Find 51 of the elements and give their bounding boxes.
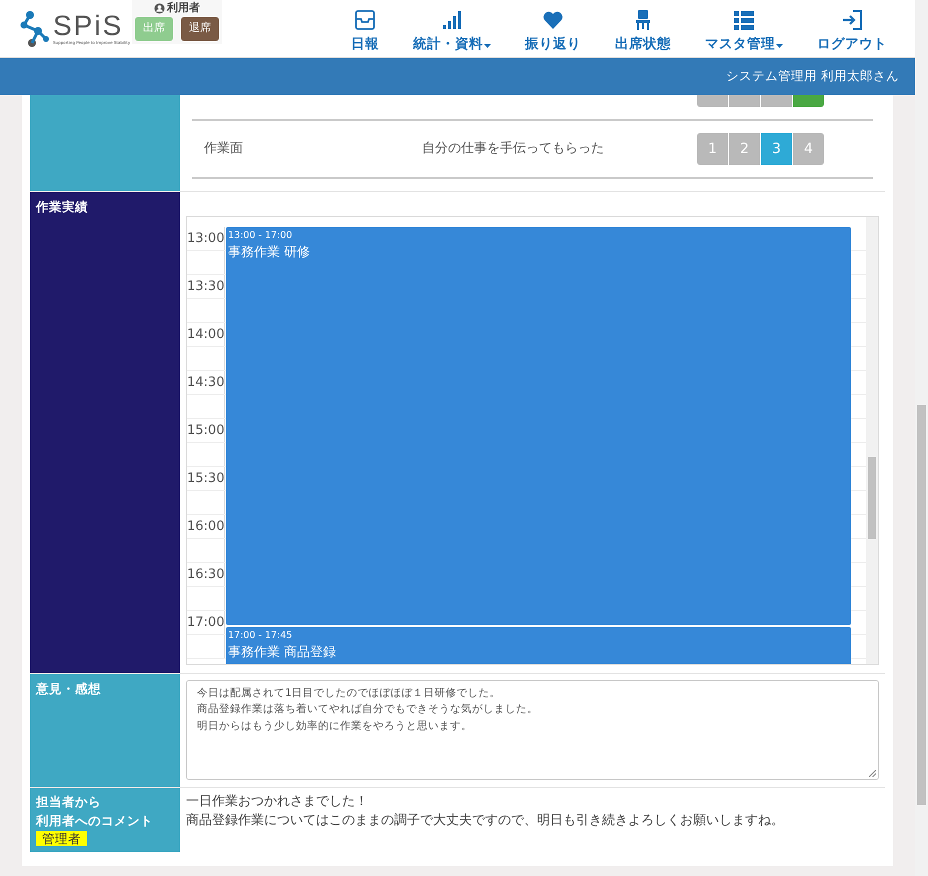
resize-handle-icon[interactable] bbox=[869, 770, 876, 777]
nav-link[interactable]: 統計・資料 bbox=[413, 8, 491, 54]
nav-link[interactable]: 日報 bbox=[351, 8, 379, 54]
comment-text: 一日作業おつかれさまでした！ bbox=[186, 793, 369, 811]
user-name: システム管理用 利用太郎さん bbox=[726, 67, 899, 86]
list-icon bbox=[733, 8, 755, 31]
calendar-scrollbar[interactable] bbox=[866, 217, 878, 664]
impressions-field[interactable]: 今日は配属されて1日目でしたのでほぼほぼ１日研修でした。 商品登録作業は落ち着いてやれば自分でもできそうな気がしました。 明日からはもう少し効率的に作業をやろうと思います。 bbox=[186, 680, 879, 780]
nav-link[interactable]: 振り返り bbox=[525, 8, 581, 54]
comment-text: 商品登録作業についてはこのままの調子で大丈夫ですので、明日も引き続きよろしくお願いしますね。 bbox=[186, 812, 785, 830]
section-label: 意見・感想 bbox=[36, 680, 102, 698]
user-icon bbox=[154, 2, 166, 14]
section-label: 作業実績 bbox=[36, 198, 89, 216]
category-text: 作業面 bbox=[203, 140, 244, 158]
evaluation-text: 自分の仕事を手伝ってもらった bbox=[422, 140, 604, 158]
time-label: 14:30 bbox=[187, 371, 225, 394]
impressions-text: 今日は配属されて1日目でしたのでほぼほぼ１日研修でした。 bbox=[197, 686, 501, 701]
rating-button[interactable]: 3 bbox=[761, 133, 792, 165]
rating-button[interactable] bbox=[761, 94, 792, 107]
rating-button[interactable] bbox=[729, 94, 760, 107]
calendar-event[interactable]: 13:00 - 17:00 事務作業 研修 bbox=[226, 227, 851, 625]
time-label: 15:00 bbox=[187, 419, 225, 442]
logo-icon bbox=[20, 8, 50, 48]
tray-icon bbox=[354, 8, 376, 31]
bar-chart-icon bbox=[441, 8, 463, 31]
time-label: 13:30 bbox=[187, 275, 225, 298]
time-label: 14:00 bbox=[187, 323, 225, 346]
nav-link[interactable]: 出席状態 bbox=[615, 8, 671, 54]
event-title: 事務作業 商品登録 bbox=[228, 644, 338, 662]
time-label: 17:00 bbox=[187, 611, 225, 634]
check-out-button[interactable]: 退席 bbox=[181, 16, 220, 40]
user-role-label: 利用者 bbox=[167, 0, 200, 16]
time-label: 13:00 bbox=[187, 227, 225, 250]
nav-link[interactable]: マスタ管理 bbox=[705, 8, 783, 54]
role-badge: 管理者 bbox=[36, 831, 87, 846]
logo-text: SPiS bbox=[53, 12, 124, 40]
calendar-event[interactable]: 17:00 - 17:45 事務作業 商品登録 bbox=[226, 627, 851, 664]
event-title: 事務作業 研修 bbox=[228, 244, 312, 262]
impressions-text: 明日からはもう少し効率的に作業をやろうと思います。 bbox=[197, 718, 472, 734]
nav-link[interactable]: ログアウト bbox=[817, 8, 887, 54]
time-label: 16:30 bbox=[187, 563, 225, 586]
impressions-text: 商品登録作業は落ち着いてやれば自分でもできそうな気がしました。 bbox=[197, 702, 538, 718]
rating-button[interactable] bbox=[793, 94, 824, 107]
event-time: 17:00 - 17:45 bbox=[228, 629, 294, 643]
time-label: 16:00 bbox=[187, 515, 225, 538]
time-label: 15:30 bbox=[187, 467, 225, 490]
section-label: 利用者へのコメント bbox=[36, 812, 154, 830]
rating-button[interactable] bbox=[697, 94, 728, 107]
logout-icon bbox=[841, 8, 863, 31]
event-time: 13:00 - 17:00 bbox=[228, 229, 294, 243]
section-label: 担当者から bbox=[36, 793, 102, 811]
